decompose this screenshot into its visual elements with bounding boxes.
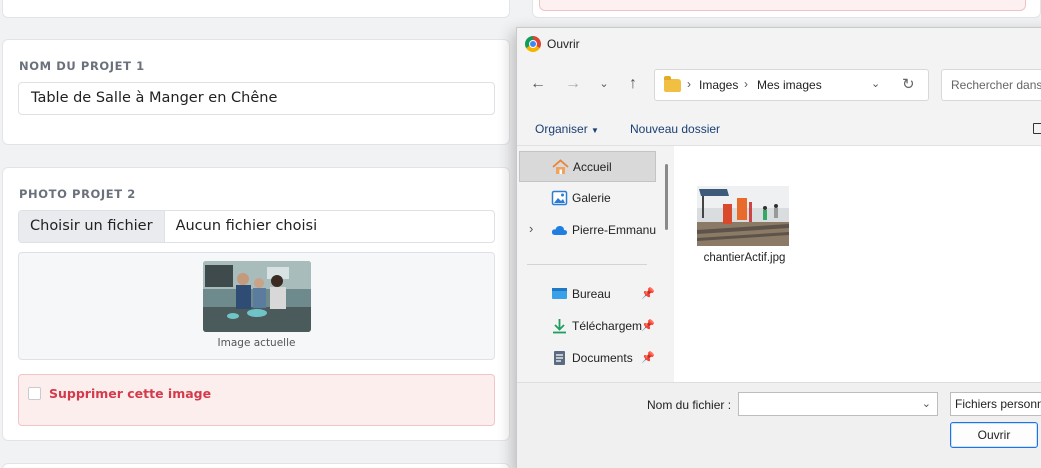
filename-input[interactable]: ⌄ — [738, 392, 938, 416]
delete-image-label[interactable]: Supprimer cette image — [49, 386, 211, 401]
nav-item-gallery[interactable]: Galerie — [519, 183, 656, 214]
pin-icon[interactable]: 📌 — [641, 287, 655, 300]
delete-image-checkbox[interactable] — [28, 387, 41, 400]
project-photo-card: PHOTO PROJET 2 Choisir un fichier Aucun … — [2, 167, 510, 441]
current-image-preview: Image actuelle — [18, 252, 495, 360]
download-icon — [553, 319, 566, 334]
dialog-title: Ouvrir — [547, 37, 580, 51]
search-input[interactable]: Rechercher dans : — [941, 69, 1041, 101]
image-thumbnail — [697, 186, 789, 246]
nav-pane-scrollbar[interactable] — [665, 164, 668, 230]
nav-item-onedrive[interactable]: › Pierre-Emmanu — [519, 215, 656, 246]
dialog-navbar: ← → ⌄ ↑ › Images › Mes images ⌄ ↻ Recher… — [517, 66, 1041, 102]
file-type-select[interactable]: Fichiers personn — [950, 392, 1041, 416]
filename-label: Nom du fichier : — [647, 398, 732, 412]
nav-divider — [527, 264, 647, 265]
project-name-label: NOM DU PROJET 1 — [19, 59, 145, 73]
nav-item-documents[interactable]: Documents 📌 — [519, 343, 656, 374]
nav-item-home[interactable]: Accueil — [519, 151, 656, 182]
right-column-card — [532, 0, 1041, 18]
project-name-input[interactable]: Table de Salle à Manger en Chêne — [18, 82, 495, 115]
home-icon — [552, 159, 569, 174]
previous-card — [2, 0, 510, 18]
desktop-icon — [552, 288, 567, 299]
chrome-icon — [525, 36, 541, 52]
nav-item-label: Galerie — [572, 191, 611, 205]
current-image — [203, 261, 311, 332]
breadcrumb-separator-icon: › — [744, 77, 748, 91]
documents-icon — [554, 351, 565, 365]
up-arrow-icon[interactable]: ↑ — [621, 72, 645, 96]
pin-icon[interactable]: 📌 — [641, 351, 655, 364]
new-folder-button[interactable]: Nouveau dossier — [630, 122, 720, 136]
dialog-toolbar: Organiser ▼ Nouveau dossier — [517, 114, 1041, 144]
organize-label: Organiser — [535, 122, 588, 136]
organize-button[interactable]: Organiser ▼ — [535, 122, 599, 136]
gallery-icon — [551, 190, 568, 206]
file-name: chantierActif.jpg — [703, 252, 786, 264]
address-dropdown-chevron-icon[interactable]: ⌄ — [871, 77, 880, 90]
refresh-icon[interactable]: ↻ — [902, 75, 915, 93]
address-bar[interactable]: › Images › Mes images ⌄ ↻ — [654, 69, 929, 101]
open-file-dialog: Ouvrir ← → ⌄ ↑ › Images › Mes images ⌄ ↻… — [516, 27, 1041, 468]
current-image-caption: Image actuelle — [217, 337, 296, 349]
filename-dropdown-chevron-icon[interactable]: ⌄ — [922, 397, 931, 410]
pin-icon[interactable]: 📌 — [641, 319, 655, 332]
navigation-pane: Accueil Galerie › Pierre-Emmanu Bureau 📌… — [517, 145, 674, 382]
dialog-footer: Nom du fichier : ⌄ Fichiers personn Ouvr… — [517, 382, 1041, 468]
open-button[interactable]: Ouvrir — [950, 422, 1038, 448]
nav-item-label: Pierre-Emmanu — [572, 223, 656, 237]
file-input[interactable]: Choisir un fichier Aucun fichier choisi — [18, 210, 495, 243]
forward-arrow-icon[interactable]: → — [561, 72, 585, 96]
nav-item-desktop[interactable]: Bureau 📌 — [519, 279, 656, 310]
expand-chevron-icon[interactable]: › — [529, 221, 533, 236]
view-options-icon[interactable] — [1033, 123, 1041, 134]
nav-item-label: Accueil — [573, 160, 612, 174]
back-arrow-icon[interactable]: ← — [526, 72, 550, 96]
file-list: chantierActif.jpg — [674, 145, 1041, 382]
breadcrumb-images[interactable]: Images — [699, 78, 738, 92]
breadcrumb-my-images[interactable]: Mes images — [757, 78, 822, 92]
file-status-text: Aucun fichier choisi — [175, 218, 318, 234]
choose-file-button[interactable]: Choisir un fichier — [19, 211, 165, 242]
nav-item-downloads[interactable]: Téléchargem 📌 — [519, 311, 656, 342]
alert-box-edge — [539, 0, 1026, 11]
project-photo-label: PHOTO PROJET 2 — [19, 187, 136, 201]
next-card — [2, 463, 510, 468]
project-name-card: NOM DU PROJET 1 Table de Salle à Manger … — [2, 39, 510, 145]
breadcrumb-separator-icon: › — [687, 77, 691, 91]
cloud-icon — [551, 225, 568, 235]
delete-image-box: Supprimer cette image — [18, 374, 495, 426]
recent-locations-chevron-icon[interactable]: ⌄ — [592, 72, 616, 96]
dialog-titlebar[interactable]: Ouvrir — [517, 28, 1041, 60]
folder-icon — [664, 76, 681, 92]
caret-down-icon: ▼ — [591, 126, 599, 135]
